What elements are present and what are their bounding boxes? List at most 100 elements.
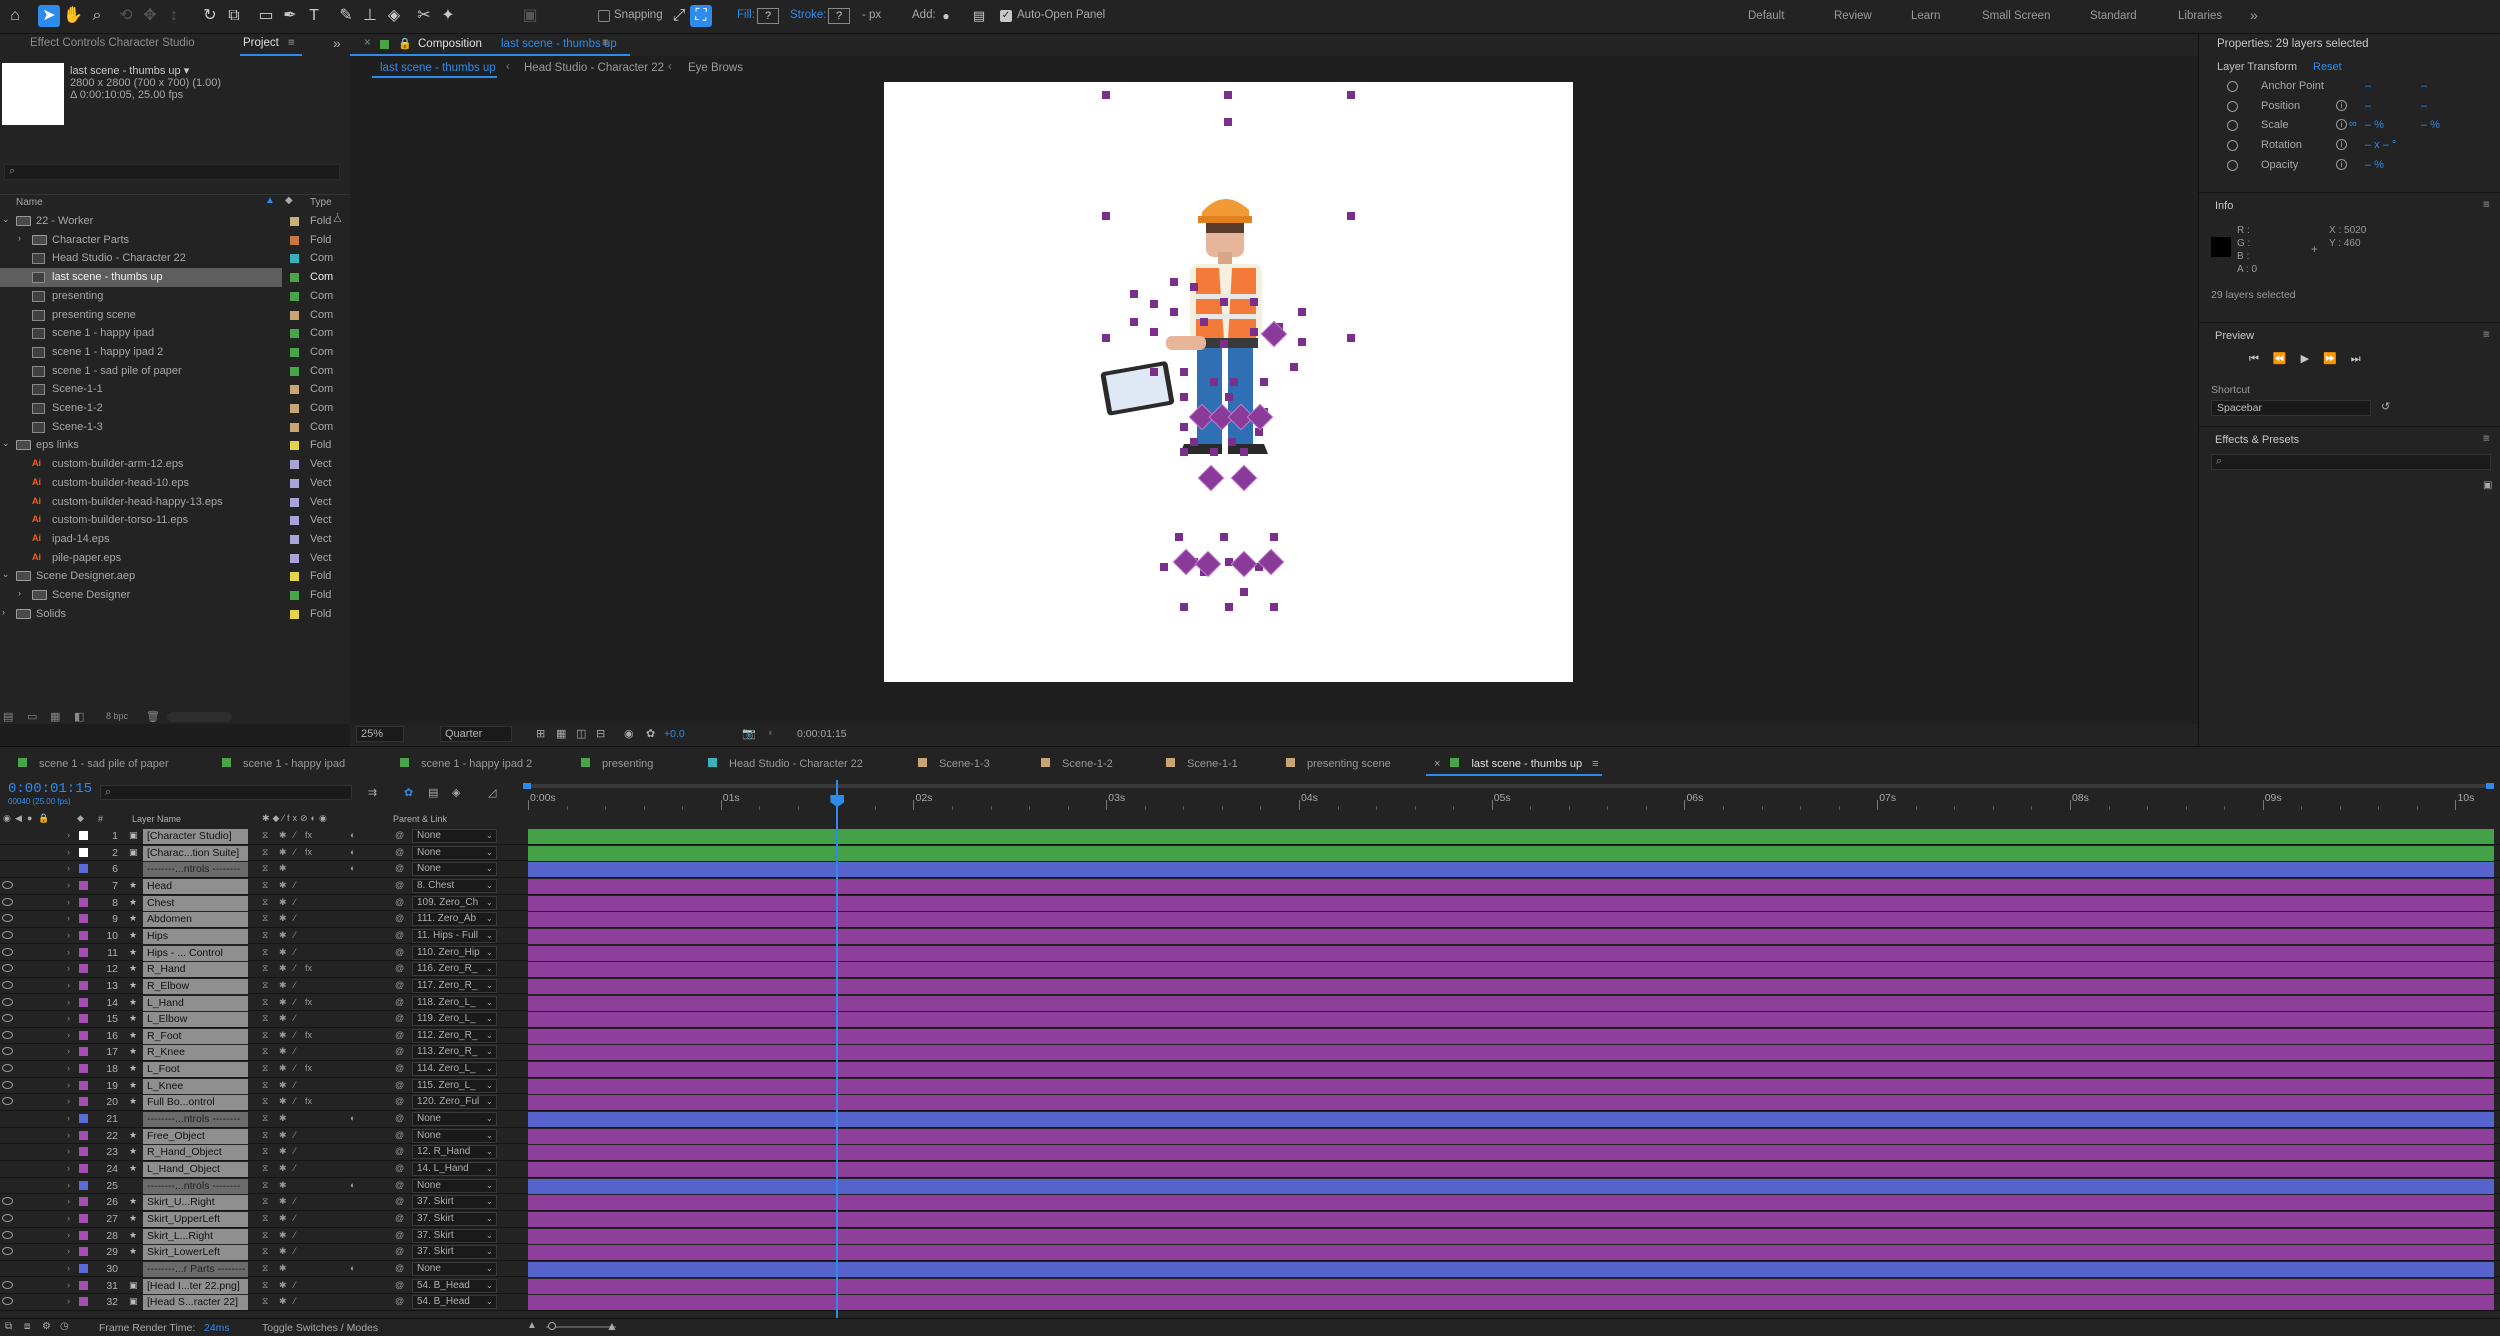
project-item[interactable]: Scene-1-1 Com	[0, 380, 350, 399]
chevron-down-icon[interactable]: ⌄	[486, 1014, 493, 1023]
visibility-eye-icon[interactable]	[2, 997, 13, 1006]
timeline-tab[interactable]: Head Studio - Character 22	[708, 758, 863, 770]
parent-select[interactable]: 37. Skirt	[412, 1228, 497, 1243]
visibility-eye-icon[interactable]	[2, 1197, 13, 1206]
quality-switch-icon[interactable]: ⁄	[294, 830, 296, 840]
layer-label-color[interactable]	[79, 997, 88, 1007]
visibility-col-icon[interactable]: ◉	[3, 813, 11, 824]
layer-label-color[interactable]	[79, 880, 88, 890]
project-item[interactable]: Ai ipad-14.eps Vect	[0, 530, 350, 549]
parent-select[interactable]: 54. B_Head	[412, 1278, 497, 1293]
chevron-down-icon[interactable]: ⌄	[486, 1097, 493, 1106]
layer-anchor-handle[interactable]	[1180, 603, 1188, 611]
rectangle-tool-icon[interactable]: ▭	[255, 5, 277, 27]
layer-duration-bar[interactable]	[528, 1012, 2494, 1028]
pickwhip-icon[interactable]: @	[395, 1113, 404, 1123]
chevron-right-icon[interactable]: ›	[67, 1063, 70, 1073]
shy-switch-icon[interactable]: ⧖	[262, 1130, 268, 1141]
breadcrumb-item[interactable]: last scene - thumbs up	[380, 62, 496, 74]
home-icon[interactable]: ⌂	[4, 5, 26, 27]
effects-search-input[interactable]: ⌕	[2211, 454, 2491, 470]
layer-name[interactable]: L_Hand_Object	[143, 1162, 248, 1177]
layer-duration-bar[interactable]	[528, 1145, 2494, 1161]
visibility-eye-icon[interactable]	[2, 1064, 13, 1073]
pickwhip-icon[interactable]: @	[395, 1246, 404, 1256]
layer-row[interactable]: › 6 --------...ntrols -------- ⧖ ✱ ◐ @ None ⌄	[0, 861, 2500, 878]
effects-switch-icon[interactable]: fx	[305, 1030, 312, 1040]
layer-anchor-handle[interactable]	[1170, 308, 1178, 316]
chevron-right-icon[interactable]: ›	[67, 830, 70, 840]
layer-label-color[interactable]	[79, 847, 88, 857]
timeline-tab[interactable]: Scene-1-2	[1041, 758, 1113, 770]
chevron-right-icon[interactable]: ›	[67, 880, 70, 890]
visibility-eye-icon[interactable]	[2, 1030, 13, 1039]
type-tool-icon[interactable]: T	[303, 5, 325, 27]
visibility-eye-icon[interactable]	[2, 1280, 13, 1289]
quality-switch-icon[interactable]: ⁄	[294, 1130, 296, 1140]
project-item[interactable]: Ai pile-paper.eps Vect	[0, 549, 350, 568]
layer-row[interactable]: › 32 ▣ [Head S...racter 22] ⧖ ✱ ⁄ @54. B_Head ⌄	[0, 1294, 2500, 1311]
layer-row[interactable]: › 9 ★ Abdomen ⧖ ✱ ⁄ @111. Zero_Ab ⌄	[0, 911, 2500, 928]
layer-anchor-handle[interactable]	[1250, 328, 1258, 336]
reset-button[interactable]: Reset	[2313, 61, 2342, 73]
label-color-swatch[interactable]	[290, 478, 299, 488]
chevron-right-icon[interactable]: ›	[67, 1013, 70, 1023]
rotate-tool-icon[interactable]: ⟲	[115, 5, 137, 27]
layer-duration-bar[interactable]	[528, 945, 2494, 961]
flowchart-icon[interactable]: ⧊	[333, 214, 342, 225]
shy-switch-icon[interactable]: ⧖	[262, 963, 268, 974]
layer-name[interactable]: --------...ntrols --------	[143, 1178, 248, 1194]
interpret-footage-icon[interactable]: ▤	[3, 710, 13, 723]
label-color-swatch[interactable]	[290, 254, 299, 264]
layer-anchor-handle[interactable]	[1250, 298, 1258, 306]
chevron-down-icon[interactable]: ⌄	[486, 1114, 493, 1123]
adjustment-switch-icon[interactable]: ◐	[350, 863, 355, 873]
chevron-right-icon[interactable]: ›	[67, 1230, 70, 1240]
chevron-right-icon[interactable]: ›	[67, 897, 70, 907]
parent-select[interactable]: 120. Zero_Ful	[412, 1095, 497, 1110]
exposure-reset-icon[interactable]: ✿	[646, 727, 655, 740]
effects-menu-icon[interactable]: ≡	[2483, 433, 2490, 445]
layer-name[interactable]: R_Hand_Object	[143, 1145, 248, 1161]
layer-label-color[interactable]	[79, 980, 88, 990]
parent-select[interactable]: 109. Zero_Ch	[412, 895, 497, 910]
layer-label-color[interactable]	[79, 1180, 88, 1190]
chevron-down-icon[interactable]: ⌄	[486, 1147, 493, 1156]
parent-select[interactable]: 111. Zero_Ab	[412, 912, 497, 927]
layer-anchor-handle[interactable]	[1270, 603, 1278, 611]
parent-header[interactable]: Parent & Link	[393, 814, 447, 824]
layer-name[interactable]: Free_Object	[143, 1128, 248, 1144]
layer-name[interactable]: Hips - ... Control	[143, 945, 248, 961]
parent-select[interactable]: None	[412, 845, 497, 860]
keyframe-nav-icon[interactable]: i	[2336, 99, 2347, 111]
layer-anchor-handle[interactable]	[1130, 318, 1138, 326]
chevron-right-icon[interactable]: ›	[67, 1080, 70, 1090]
shy-switch-icon[interactable]: ⧖	[262, 897, 268, 908]
quality-switch-icon[interactable]: ⁄	[294, 1080, 296, 1090]
quality-switch-icon[interactable]: ⁄	[294, 1063, 296, 1073]
layer-anchor-handle[interactable]	[1210, 378, 1218, 386]
controller-handle[interactable]	[1230, 550, 1258, 578]
layer-row[interactable]: › 2 ▣ [Charac...tion Suite] ⧖ ✱ ⁄ fx ◐ @ None ⌄	[0, 845, 2500, 862]
chevron-right-icon[interactable]: ›	[67, 1146, 70, 1156]
pickwhip-icon[interactable]: @	[395, 930, 404, 940]
project-item[interactable]: › Character Parts Fold	[0, 231, 350, 250]
chevron-down-icon[interactable]: ⌄	[486, 1164, 493, 1173]
chevron-right-icon[interactable]: ›	[67, 1246, 70, 1256]
layer-row[interactable]: › 8 ★ Chest ⧖ ✱ ⁄ @109. Zero_Ch ⌄	[0, 895, 2500, 912]
property-value[interactable]: – %	[2365, 159, 2384, 171]
preview-menu-icon[interactable]: ≡	[2483, 329, 2490, 341]
parent-select[interactable]: 14. L_Hand	[412, 1162, 497, 1176]
label-color-swatch[interactable]	[290, 591, 299, 600]
workspace-default[interactable]: Default	[1748, 10, 1784, 22]
parent-select[interactable]: 115. Zero_L_	[412, 1078, 497, 1093]
layer-duration-bar[interactable]	[528, 1062, 2494, 1078]
shy-switch-icon[interactable]: ⧖	[262, 847, 268, 858]
visibility-eye-icon[interactable]	[2, 930, 13, 939]
parent-select[interactable]: 116. Zero_R_	[412, 962, 497, 977]
collapse-switch-icon[interactable]: ✱	[279, 963, 287, 974]
chevron-right-icon[interactable]: ›	[67, 1130, 70, 1140]
layer-anchor-handle[interactable]	[1200, 318, 1208, 326]
collapse-switch-icon[interactable]: ✱	[279, 1230, 287, 1241]
parent-select[interactable]: 117. Zero_R_	[412, 978, 497, 993]
